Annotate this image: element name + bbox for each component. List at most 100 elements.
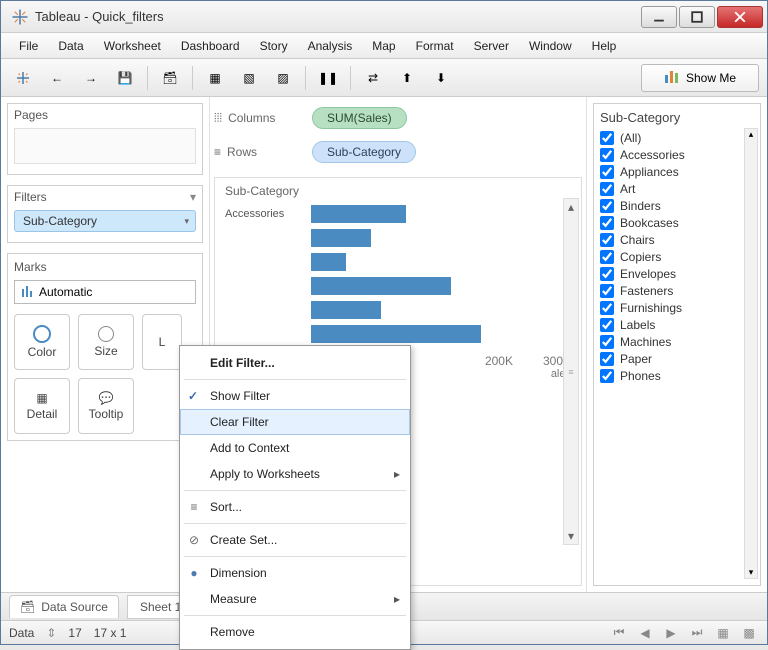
filter-checkbox[interactable] (600, 148, 614, 162)
bar[interactable] (311, 301, 381, 319)
filter-checkbox[interactable] (600, 131, 614, 145)
cm-sort[interactable]: ≡Sort... (180, 494, 410, 520)
nav-prev-icon[interactable]: ◀ (635, 624, 655, 642)
menu-format[interactable]: Format (408, 35, 462, 57)
nav-last-icon[interactable]: ⏭ (687, 624, 707, 642)
pause-button[interactable]: ❚❚ (314, 64, 342, 92)
filter-check-item[interactable]: Machines (600, 335, 754, 349)
view-mode2-icon[interactable]: ▩ (739, 624, 759, 642)
clear-button[interactable]: ▨ (269, 64, 297, 92)
rows-pill[interactable]: Sub-Category (312, 141, 416, 163)
cm-remove[interactable]: Remove (180, 619, 410, 645)
redo-button[interactable]: → (77, 64, 105, 92)
duplicate-button[interactable]: ▧ (235, 64, 263, 92)
filter-checkbox[interactable] (600, 301, 614, 315)
filter-check-item[interactable]: Appliances (600, 165, 754, 179)
save-button[interactable]: 💾 (111, 64, 139, 92)
sort-asc-button[interactable]: ⬆ (393, 64, 421, 92)
filter-check-item[interactable]: Furnishings (600, 301, 754, 315)
menu-worksheet[interactable]: Worksheet (96, 35, 169, 57)
menu-analysis[interactable]: Analysis (300, 35, 361, 57)
undo-button[interactable]: ← (43, 64, 71, 92)
view-mode-icon[interactable]: ▦ (713, 624, 733, 642)
cm-edit-filter[interactable]: Edit Filter... (180, 350, 410, 376)
mark-label-button[interactable]: L (142, 314, 182, 370)
menu-data[interactable]: Data (50, 35, 91, 57)
filter-check-item[interactable]: Labels (600, 318, 754, 332)
cm-clear-filter[interactable]: Clear Filter (180, 409, 410, 435)
menu-file[interactable]: File (11, 35, 46, 57)
filter-checkbox[interactable] (600, 284, 614, 298)
new-worksheet-button[interactable]: ▦ (201, 64, 229, 92)
filter-checkbox[interactable] (600, 165, 614, 179)
cm-create-set[interactable]: ⊘Create Set... (180, 527, 410, 553)
filter-checkbox[interactable] (600, 352, 614, 366)
mark-detail-button[interactable]: ▦Detail (14, 378, 70, 434)
menu-map[interactable]: Map (364, 35, 403, 57)
cm-apply-worksheets[interactable]: Apply to Worksheets (180, 461, 410, 487)
columns-shelf[interactable]: ⦙⦙⦙Columns SUM(Sales) (214, 103, 582, 133)
scroll-down-icon[interactable]: ▾ (564, 528, 578, 544)
filter-check-item[interactable]: (All) (600, 131, 754, 145)
cm-measure[interactable]: Measure (180, 586, 410, 612)
chevron-down-icon[interactable]: ▾ (190, 190, 196, 204)
filter-check-item[interactable]: Envelopes (600, 267, 754, 281)
filter-checkbox[interactable] (600, 369, 614, 383)
sort-desc-button[interactable]: ⬇ (427, 64, 455, 92)
mark-color-button[interactable]: Color (14, 314, 70, 370)
show-me-button[interactable]: Show Me (641, 64, 759, 92)
filter-checkbox[interactable] (600, 250, 614, 264)
filter-check-item[interactable]: Fasteners (600, 284, 754, 298)
swap-button[interactable]: ⇄ (359, 64, 387, 92)
filter-scrollbar[interactable]: ▴ ▾ (744, 128, 758, 579)
maximize-button[interactable] (679, 6, 715, 28)
filter-checkbox[interactable] (600, 216, 614, 230)
menu-story[interactable]: Story (252, 35, 296, 57)
filter-pill-subcategory[interactable]: Sub-Category (14, 210, 196, 232)
scroll-up-icon[interactable]: ▴ (564, 199, 578, 215)
filter-checkbox[interactable] (600, 335, 614, 349)
filter-checkbox[interactable] (600, 267, 614, 281)
data-source-tab[interactable]: 🗃Data Source (9, 595, 119, 618)
cm-show-filter[interactable]: Show Filter (180, 383, 410, 409)
filters-shelf[interactable]: Filters▾ Sub-Category (7, 185, 203, 243)
bar[interactable] (311, 205, 406, 223)
menu-help[interactable]: Help (584, 35, 625, 57)
bar[interactable] (311, 277, 451, 295)
rows-shelf[interactable]: ≡Rows Sub-Category (214, 137, 582, 167)
marks-type-dropdown[interactable]: Automatic (14, 280, 196, 304)
filter-checkbox[interactable] (600, 199, 614, 213)
filter-checkbox[interactable] (600, 233, 614, 247)
nav-first-icon[interactable]: ⏮ (609, 624, 629, 642)
scroll-grip-icon[interactable]: ≡ (568, 367, 573, 377)
status-dropdown-icon[interactable]: ⇕ (46, 626, 56, 640)
filter-checkbox[interactable] (600, 182, 614, 196)
close-button[interactable] (717, 6, 763, 28)
filter-checkbox[interactable] (600, 318, 614, 332)
cm-dimension[interactable]: ●Dimension (180, 560, 410, 586)
scroll-up-icon[interactable]: ▴ (749, 129, 754, 140)
menu-dashboard[interactable]: Dashboard (173, 35, 248, 57)
filter-check-item[interactable]: Bookcases (600, 216, 754, 230)
new-data-button[interactable]: 🗃 (156, 64, 184, 92)
pages-shelf[interactable]: Pages (7, 103, 203, 175)
minimize-button[interactable] (641, 6, 677, 28)
filter-check-item[interactable]: Chairs (600, 233, 754, 247)
filter-check-item[interactable]: Art (600, 182, 754, 196)
scroll-down-icon[interactable]: ▾ (749, 567, 754, 578)
cm-add-context[interactable]: Add to Context (180, 435, 410, 461)
nav-next-icon[interactable]: ▶ (661, 624, 681, 642)
menu-server[interactable]: Server (466, 35, 517, 57)
mark-tooltip-button[interactable]: 💬Tooltip (78, 378, 134, 434)
bar[interactable] (311, 229, 371, 247)
tableau-logo-button[interactable] (9, 64, 37, 92)
filter-check-item[interactable]: Paper (600, 352, 754, 366)
filter-check-item[interactable]: Accessories (600, 148, 754, 162)
filter-check-item[interactable]: Phones (600, 369, 754, 383)
bar[interactable] (311, 325, 481, 343)
columns-pill[interactable]: SUM(Sales) (312, 107, 407, 129)
viz-scrollbar[interactable]: ▴ ≡ ▾ (563, 198, 579, 545)
filter-check-item[interactable]: Copiers (600, 250, 754, 264)
menu-window[interactable]: Window (521, 35, 580, 57)
pages-drop[interactable] (14, 128, 196, 164)
